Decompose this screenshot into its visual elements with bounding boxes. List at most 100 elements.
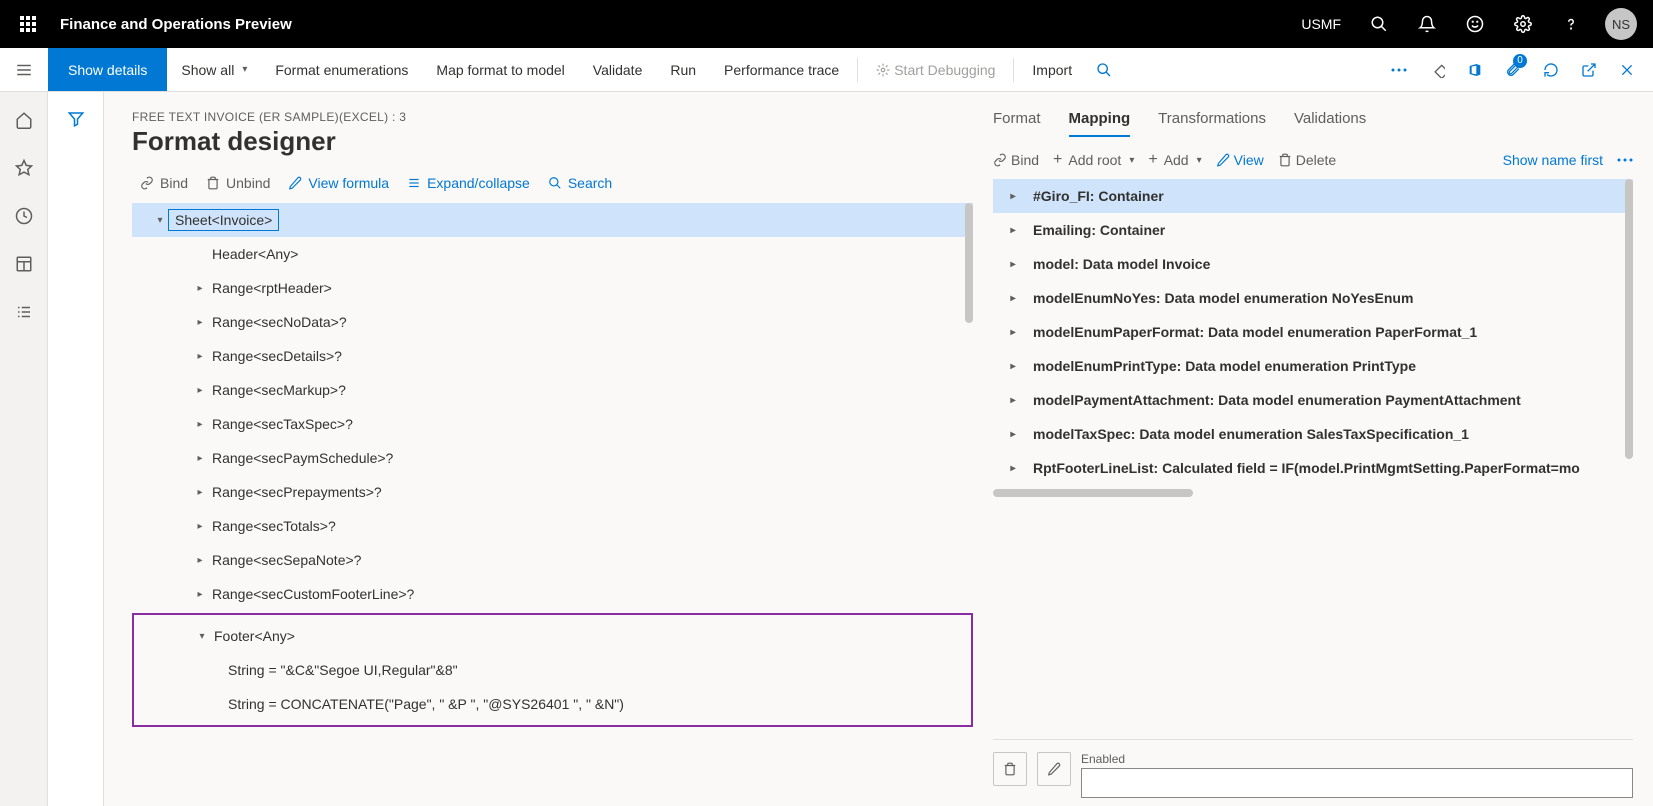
map-node-label: modelPaymentAttachment: Data model enume…: [1033, 392, 1521, 408]
map-node[interactable]: ▸Emailing: Container: [993, 213, 1633, 247]
tab-transformations[interactable]: Transformations: [1158, 110, 1266, 137]
filter-icon[interactable]: [67, 110, 85, 806]
tab-validations[interactable]: Validations: [1294, 110, 1366, 137]
modules-icon[interactable]: [0, 292, 48, 332]
run-button[interactable]: Run: [656, 48, 710, 91]
tree-node[interactable]: ▸Range<rptHeader>: [132, 271, 973, 305]
map-node[interactable]: ▸RptFooterLineList: Calculated field = I…: [993, 451, 1633, 485]
enabled-field-input[interactable]: [1081, 768, 1633, 798]
avatar[interactable]: NS: [1605, 8, 1637, 40]
scrollbar[interactable]: [965, 203, 973, 323]
tree-node[interactable]: ▸Range<secTaxSpec>?: [132, 407, 973, 441]
map-node[interactable]: ▸modelEnumPrintType: Data model enumerat…: [993, 349, 1633, 383]
caret-down-icon[interactable]: ▾: [194, 631, 210, 642]
view-formula-button[interactable]: View formula: [288, 175, 389, 191]
home-icon[interactable]: [0, 100, 48, 140]
caret-right-icon[interactable]: ▸: [1005, 463, 1021, 474]
map-node[interactable]: ▸#Giro_FI: Container: [993, 179, 1633, 213]
tab-mapping[interactable]: Mapping: [1069, 110, 1131, 137]
refresh-icon[interactable]: [1533, 48, 1569, 92]
bind-button[interactable]: Bind: [993, 152, 1039, 168]
caret-right-icon[interactable]: ▸: [1005, 395, 1021, 406]
tree-node[interactable]: String = CONCATENATE("Page", " &P ", "@S…: [134, 687, 971, 721]
map-node[interactable]: ▸model: Data model Invoice: [993, 247, 1633, 281]
caret-right-icon[interactable]: ▸: [192, 521, 208, 532]
caret-right-icon[interactable]: ▸: [192, 487, 208, 498]
show-all-dropdown[interactable]: Show all: [167, 48, 261, 91]
smile-icon[interactable]: [1453, 0, 1497, 48]
bell-icon[interactable]: [1405, 0, 1449, 48]
tree-node[interactable]: ▸Range<secMarkup>?: [132, 373, 973, 407]
tree-node[interactable]: ▸Range<secSepaNote>?: [132, 543, 973, 577]
star-icon[interactable]: [0, 148, 48, 188]
unbind-label: Unbind: [226, 175, 270, 191]
validate-button[interactable]: Validate: [579, 48, 657, 91]
office-icon[interactable]: [1457, 48, 1493, 92]
tab-format[interactable]: Format: [993, 110, 1041, 137]
view-button[interactable]: View: [1216, 152, 1264, 168]
map-node[interactable]: ▸modelEnumPaperFormat: Data model enumer…: [993, 315, 1633, 349]
caret-right-icon[interactable]: ▸: [192, 589, 208, 600]
search-button[interactable]: Search: [548, 175, 612, 191]
caret-right-icon[interactable]: ▸: [192, 385, 208, 396]
caret-right-icon[interactable]: ▸: [1005, 429, 1021, 440]
caret-right-icon[interactable]: ▸: [1005, 225, 1021, 236]
show-details-button[interactable]: Show details: [48, 48, 167, 91]
edit-property-button[interactable]: [1037, 752, 1071, 786]
app-launcher[interactable]: [8, 0, 48, 48]
gear-icon[interactable]: [1501, 0, 1545, 48]
map-node[interactable]: ▸modelTaxSpec: Data model enumeration Sa…: [993, 417, 1633, 451]
add-dropdown[interactable]: +Add: [1148, 151, 1201, 169]
help-icon[interactable]: [1549, 0, 1593, 48]
delete-button[interactable]: Delete: [1278, 152, 1336, 168]
tree-node[interactable]: Header<Any>: [132, 237, 973, 271]
tree-node[interactable]: ▸Range<secCustomFooterLine>?: [132, 577, 973, 611]
bind-button[interactable]: Bind: [140, 175, 188, 191]
caret-right-icon[interactable]: ▸: [192, 283, 208, 294]
caret-right-icon[interactable]: ▸: [192, 317, 208, 328]
expand-collapse-button[interactable]: Expand/collapse: [407, 175, 530, 191]
search-command-icon[interactable]: [1086, 48, 1122, 92]
caret-right-icon[interactable]: ▸: [192, 555, 208, 566]
tree-footer-node[interactable]: ▾Footer<Any>: [134, 619, 971, 653]
tree-node[interactable]: ▸Range<secNoData>?: [132, 305, 973, 339]
tree-node[interactable]: ▸Range<secPaymSchedule>?: [132, 441, 973, 475]
add-root-dropdown[interactable]: +Add root: [1053, 151, 1134, 169]
diamond-icon[interactable]: [1419, 48, 1455, 92]
format-enumerations-button[interactable]: Format enumerations: [261, 48, 422, 91]
more-icon[interactable]: [1617, 158, 1633, 162]
tree-root[interactable]: ▾ Sheet<Invoice>: [132, 203, 973, 237]
more-icon[interactable]: [1381, 48, 1417, 92]
caret-right-icon[interactable]: ▸: [1005, 191, 1021, 202]
show-name-first-button[interactable]: Show name first: [1503, 152, 1603, 168]
caret-right-icon[interactable]: ▸: [192, 351, 208, 362]
caret-right-icon[interactable]: ▸: [1005, 327, 1021, 338]
map-node[interactable]: ▸modelEnumNoYes: Data model enumeration …: [993, 281, 1633, 315]
caret-right-icon[interactable]: ▸: [192, 453, 208, 464]
caret-down-icon[interactable]: ▾: [152, 215, 168, 226]
caret-right-icon[interactable]: ▸: [1005, 361, 1021, 372]
map-format-button[interactable]: Map format to model: [422, 48, 578, 91]
attach-icon[interactable]: 0: [1495, 48, 1531, 92]
tree-node[interactable]: String = "&C&"Segoe UI,Regular"&8": [134, 653, 971, 687]
performance-trace-button[interactable]: Performance trace: [710, 48, 853, 91]
clock-icon[interactable]: [0, 196, 48, 236]
search-icon[interactable]: [1357, 0, 1401, 48]
map-node[interactable]: ▸ modelPaymentAttachment: Data model enum…: [993, 383, 1633, 417]
close-icon[interactable]: [1609, 48, 1645, 92]
tree-node[interactable]: ▸Range<secPrepayments>?: [132, 475, 973, 509]
popout-icon[interactable]: [1571, 48, 1607, 92]
scrollbar[interactable]: [1625, 179, 1633, 459]
workspace-icon[interactable]: [0, 244, 48, 284]
nav-toggle-icon[interactable]: [0, 48, 48, 91]
company-selector[interactable]: USMF: [1289, 16, 1353, 32]
caret-right-icon[interactable]: ▸: [1005, 259, 1021, 270]
tree-node[interactable]: ▸Range<secTotals>?: [132, 509, 973, 543]
caret-right-icon[interactable]: ▸: [192, 419, 208, 430]
unbind-button[interactable]: Unbind: [206, 175, 270, 191]
caret-right-icon[interactable]: ▸: [1005, 293, 1021, 304]
delete-property-button[interactable]: [993, 752, 1027, 786]
import-button[interactable]: Import: [1018, 48, 1086, 91]
horizontal-scrollbar[interactable]: [993, 489, 1193, 497]
tree-node[interactable]: ▸Range<secDetails>?: [132, 339, 973, 373]
